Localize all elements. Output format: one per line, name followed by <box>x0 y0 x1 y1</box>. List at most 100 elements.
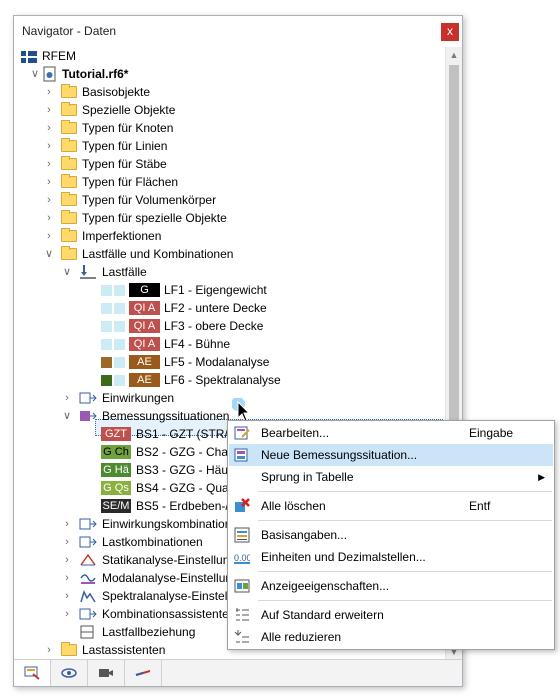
expand-tree-icon <box>234 607 250 623</box>
view-tab[interactable] <box>51 660 88 686</box>
chevron-right-icon[interactable]: › <box>43 119 55 137</box>
action-category-badge: G <box>129 283 160 297</box>
menu-item-alle-loeschen[interactable]: Alle löschen Entf <box>229 495 553 517</box>
tree-item-label: Kombinationsassistenten <box>102 607 236 621</box>
color-swatch <box>101 357 112 368</box>
menu-item-alle-reduzieren[interactable]: Alle reduzieren <box>229 626 553 648</box>
menu-item-neue-bemessungssituation[interactable]: Neue Bemessungssituation... <box>229 444 553 466</box>
tree-item-label: Bemessungssituationen <box>102 409 230 423</box>
tree-item-label: Spezielle Objekte <box>82 103 176 117</box>
results-tab[interactable] <box>125 660 162 686</box>
tree-item-label: Lastkombinationen <box>102 535 203 549</box>
folder-icon <box>61 192 77 206</box>
chevron-right-icon[interactable]: › <box>43 173 55 191</box>
chevron-right-icon[interactable]: › <box>61 569 73 587</box>
menu-item-label: Anzeigeeigenschaften... <box>261 579 390 593</box>
menu-item-auf-standard-erweitern[interactable]: Auf Standard erweitern <box>229 604 553 626</box>
chevron-down-icon[interactable]: ∨ <box>61 263 73 281</box>
color-swatch <box>114 339 125 350</box>
load-case-label: LF4 - Bühne <box>164 337 231 351</box>
tree-item-label: Lastfälle <box>102 265 147 279</box>
tree-item-label: Einwirkungen <box>102 391 175 405</box>
action-category-badge: QI A <box>129 301 160 315</box>
situation-type-badge: GZT <box>101 427 131 441</box>
context-menu: Bearbeiten... Eingabe Neue Bemessungssit… <box>227 420 555 650</box>
chevron-down-icon[interactable]: ∨ <box>43 245 55 263</box>
menu-item-shortcut: Entf <box>469 499 491 513</box>
scroll-up-icon[interactable]: ▲ <box>446 47 462 63</box>
chevron-right-icon[interactable]: › <box>61 587 73 605</box>
situation-type-badge: G Hä <box>101 463 131 477</box>
chevron-right-icon[interactable]: › <box>43 83 55 101</box>
chevron-right-icon[interactable]: › <box>43 155 55 173</box>
menu-item-bearbeiten[interactable]: Bearbeiten... Eingabe <box>229 422 553 444</box>
color-swatch <box>114 375 125 386</box>
load-case-icon <box>79 264 97 285</box>
chevron-right-icon[interactable]: › <box>61 533 73 551</box>
units-decimals-icon: 0.00 <box>234 549 252 565</box>
menu-separator <box>258 520 552 521</box>
root-label: RFEM <box>42 49 76 63</box>
folder-icon <box>61 228 77 242</box>
color-swatch <box>101 303 112 314</box>
tree-item-label: Typen für Knoten <box>82 121 174 135</box>
chevron-right-icon[interactable]: › <box>43 101 55 119</box>
chevron-right-icon[interactable]: › <box>43 641 55 659</box>
color-swatch <box>101 339 112 350</box>
chevron-right-icon[interactable]: › <box>43 137 55 155</box>
chevron-down-icon[interactable]: ∨ <box>61 407 73 425</box>
chevron-right-icon[interactable]: › <box>43 191 55 209</box>
menu-item-sprung-in-tabelle[interactable]: Sprung in Tabelle ▶ <box>229 466 553 488</box>
tree-item-label: Basisobjekte <box>82 85 151 99</box>
folder-icon <box>61 102 77 116</box>
data-tab[interactable] <box>14 660 51 686</box>
tree-item-label: Typen für Stäbe <box>82 157 167 171</box>
svg-text:0.00: 0.00 <box>234 553 250 563</box>
tree-item-label: Imperfektionen <box>82 229 162 243</box>
menu-item-anzeigeeigenschaften[interactable]: Anzeigeeigenschaften... <box>229 575 553 597</box>
tree-item-label: Lastfälle und Kombinationen <box>82 247 234 261</box>
tree-item-label: Lastfallbeziehung <box>102 625 196 639</box>
chevron-right-icon[interactable]: › <box>61 605 73 623</box>
load-case-label: LF3 - obere Decke <box>164 319 264 333</box>
chevron-right-icon[interactable]: › <box>43 209 55 227</box>
menu-item-label: Alle löschen <box>261 499 326 513</box>
design-situation-label: BS4 - GZG - Quasi- <box>136 481 242 495</box>
menu-item-label: Einheiten und Dezimalstellen... <box>261 550 426 564</box>
color-swatch <box>114 357 125 368</box>
menu-item-label: Alle reduzieren <box>261 630 342 644</box>
chevron-right-icon[interactable]: › <box>43 227 55 245</box>
results-tab-icon <box>135 670 151 676</box>
color-swatch <box>114 285 125 296</box>
data-tab-icon <box>24 666 40 680</box>
project-label: Tutorial.rf6* <box>62 67 129 81</box>
tree-item-label: Typen für Linien <box>82 139 168 153</box>
color-swatch <box>114 303 125 314</box>
design-situation-label: BS2 - GZG - Chara <box>136 445 239 459</box>
action-category-badge: QI A <box>129 337 160 351</box>
camera-tab[interactable] <box>88 660 125 686</box>
design-situation-label: BS3 - GZG - Häufig <box>136 463 241 477</box>
folder-icon <box>61 246 77 260</box>
folder-icon <box>61 174 77 188</box>
chevron-right-icon[interactable]: › <box>61 515 73 533</box>
menu-item-label: Bearbeiten... <box>261 426 330 440</box>
design-situation-icon <box>79 408 97 429</box>
chevron-right-icon[interactable]: › <box>61 551 73 569</box>
tree-item-label: Typen für Volumenkörper <box>82 193 217 207</box>
menu-item-label: Neue Bemessungssituation... <box>261 448 418 462</box>
folder-icon <box>61 642 77 656</box>
title-bar[interactable]: Navigator - Daten x <box>14 16 462 47</box>
folder-icon <box>61 120 77 134</box>
chevron-right-icon[interactable]: › <box>61 389 73 407</box>
chevron-down-icon[interactable]: ∨ <box>29 65 41 83</box>
menu-item-basisangaben[interactable]: Basisangaben... <box>229 524 553 546</box>
collapse-tree-icon <box>234 629 250 645</box>
menu-item-einheiten[interactable]: 0.00 Einheiten und Dezimalstellen... <box>229 546 553 568</box>
folder-icon <box>61 138 77 152</box>
tree-item-label: Typen für Flächen <box>82 175 179 189</box>
action-category-badge: AE <box>129 373 160 387</box>
folder-icon <box>61 156 77 170</box>
close-button[interactable]: x <box>441 23 459 41</box>
color-swatch <box>101 321 112 332</box>
